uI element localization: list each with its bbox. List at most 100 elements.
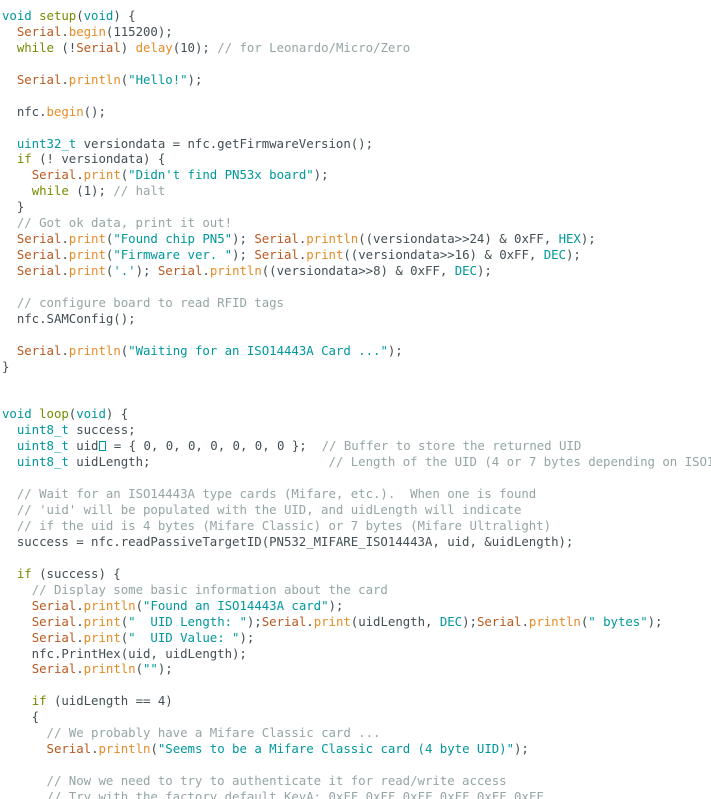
token-plain: . [61, 247, 69, 263]
token-lib: Serial [16, 263, 62, 278]
code-line[interactable]: } [2, 199, 711, 215]
code-line[interactable] [2, 375, 711, 391]
code-line[interactable]: while (!Serial) delay(10); // for Leonar… [2, 40, 711, 56]
token-plain: (success) { [31, 565, 121, 581]
token-const: DEC [454, 263, 477, 278]
token-type: void [76, 406, 106, 422]
token-plain: ( [76, 8, 84, 23]
code-line[interactable]: while (1); // halt [2, 183, 711, 199]
token-lib: Serial [76, 39, 121, 55]
code-line[interactable] [2, 56, 711, 72]
code-line[interactable]: nfc.PrintHex(uid, uidLength); [2, 646, 711, 662]
token-method: print [313, 613, 351, 629]
code-line[interactable]: uint8_t uidLength; // Length of the UID … [2, 454, 711, 470]
code-line[interactable]: void setup(void) { [2, 8, 711, 24]
code-line[interactable]: // 'uid' will be populated with the UID,… [2, 502, 711, 518]
code-line[interactable]: Serial.begin(115200); [2, 24, 711, 40]
code-line[interactable]: // Try with the factory default KeyA: 0x… [2, 789, 711, 799]
token-const: DEC [543, 247, 566, 263]
token-plain: . [202, 263, 210, 278]
code-line[interactable]: // if the uid is 4 bytes (Mifare Classic… [2, 518, 711, 534]
token-method: println [83, 597, 136, 613]
token-str: "Didn't find PN53x board" [128, 167, 314, 183]
code-line[interactable]: if (uidLength == 4) [2, 693, 711, 709]
token-plain: (1); [68, 183, 114, 199]
token-plain: ); [647, 613, 663, 629]
token-plain: ); [387, 342, 403, 358]
token-type: uint32_t [16, 135, 77, 151]
code-line[interactable]: // We probably have a Mifare Classic car… [2, 725, 711, 741]
code-line[interactable]: Serial.print("Firmware ver. "); Serial.p… [2, 247, 711, 263]
code-line[interactable]: // Display some basic information about … [2, 582, 711, 598]
token-comment: // if the uid is 4 bytes (Mifare Classic… [16, 518, 552, 533]
code-line[interactable]: uint32_t versiondata = nfc.getFirmwareVe… [2, 136, 711, 152]
token-plain: { [2, 709, 40, 725]
token-plain: ((versiondata>>8) & 0xFF, [261, 263, 455, 278]
token-plain: . [61, 71, 69, 87]
token-plain: ); [232, 231, 255, 247]
token-plain: success = nfc.readPassiveTargetID(PN532_… [2, 533, 574, 549]
code-line[interactable] [2, 88, 711, 104]
token-type: uint8_t [16, 438, 69, 454]
token-plain: . [76, 597, 84, 613]
code-line[interactable]: Serial.println("Hello!"); [2, 72, 711, 88]
code-line[interactable]: Serial.println("Waiting for an ISO14443A… [2, 343, 711, 359]
code-line[interactable]: if (success) { [2, 566, 711, 582]
code-line[interactable] [2, 391, 711, 407]
code-line[interactable]: Serial.println("Seems to be a Mifare Cla… [2, 741, 711, 757]
code-editor-view[interactable]: void setup(void) { Serial.begin(115200);… [0, 0, 711, 799]
code-line[interactable] [2, 757, 711, 773]
code-line[interactable]: uint8_t uid = { 0, 0, 0, 0, 0, 0, 0 }; /… [2, 438, 711, 454]
code-line[interactable]: nfc.SAMConfig(); [2, 311, 711, 327]
code-line[interactable]: Serial.print(" UID Length: ");Serial.pri… [2, 614, 711, 630]
code-line[interactable] [2, 120, 711, 136]
token-method: begin [68, 23, 106, 39]
code-line[interactable]: // configure board to read RFID tags [2, 295, 711, 311]
code-line[interactable] [2, 470, 711, 486]
code-line[interactable] [2, 550, 711, 566]
code-line[interactable]: uint8_t success; [2, 422, 711, 438]
code-line[interactable]: // Got ok data, print it out! [2, 215, 711, 231]
token-comment: // Got ok data, print it out! [16, 215, 233, 231]
code-line[interactable]: Serial.print("Found chip PN5"); Serial.p… [2, 231, 711, 247]
token-lib: Serial [254, 247, 299, 263]
code-line[interactable]: Serial.print(" UID Value: "); [2, 630, 711, 646]
code-line[interactable]: void loop(void) { [2, 406, 711, 422]
code-line[interactable] [2, 677, 711, 693]
token-lib: Serial [31, 167, 77, 183]
code-line[interactable]: { [2, 709, 711, 725]
token-plain: ); [232, 247, 255, 263]
token-plain: ) { [105, 406, 129, 422]
token-plain: . [306, 613, 314, 629]
token-plain: ); [580, 231, 596, 247]
code-line[interactable]: Serial.println(""); [2, 661, 711, 677]
token-kw: if [16, 151, 32, 167]
token-lib: Serial [254, 231, 299, 247]
token-comment: // We probably have a Mifare Classic car… [46, 725, 381, 741]
token-const: DEC [439, 613, 463, 629]
code-line[interactable]: nfc.begin(); [2, 104, 711, 120]
token-plain: . [61, 23, 69, 39]
code-line[interactable]: Serial.print('.'); Serial.println((versi… [2, 263, 711, 279]
code-line[interactable]: Serial.println("Found an ISO14443A card"… [2, 598, 711, 614]
token-method: print [68, 247, 106, 263]
code-line[interactable]: if (! versiondata) { [2, 151, 711, 167]
code-line[interactable]: } [2, 359, 711, 375]
token-str: "Found an ISO14443A card" [143, 597, 329, 613]
token-plain: . [76, 661, 84, 677]
code-line[interactable]: success = nfc.readPassiveTargetID(PN532_… [2, 534, 711, 550]
code-line[interactable] [2, 279, 711, 295]
code-line[interactable]: Serial.print("Didn't find PN53x board"); [2, 167, 711, 183]
code-line[interactable]: // Wait for an ISO14443A type cards (Mif… [2, 486, 711, 502]
code-line[interactable]: // Now we need to try to authenticate it… [2, 773, 711, 789]
code-line[interactable] [2, 327, 711, 343]
